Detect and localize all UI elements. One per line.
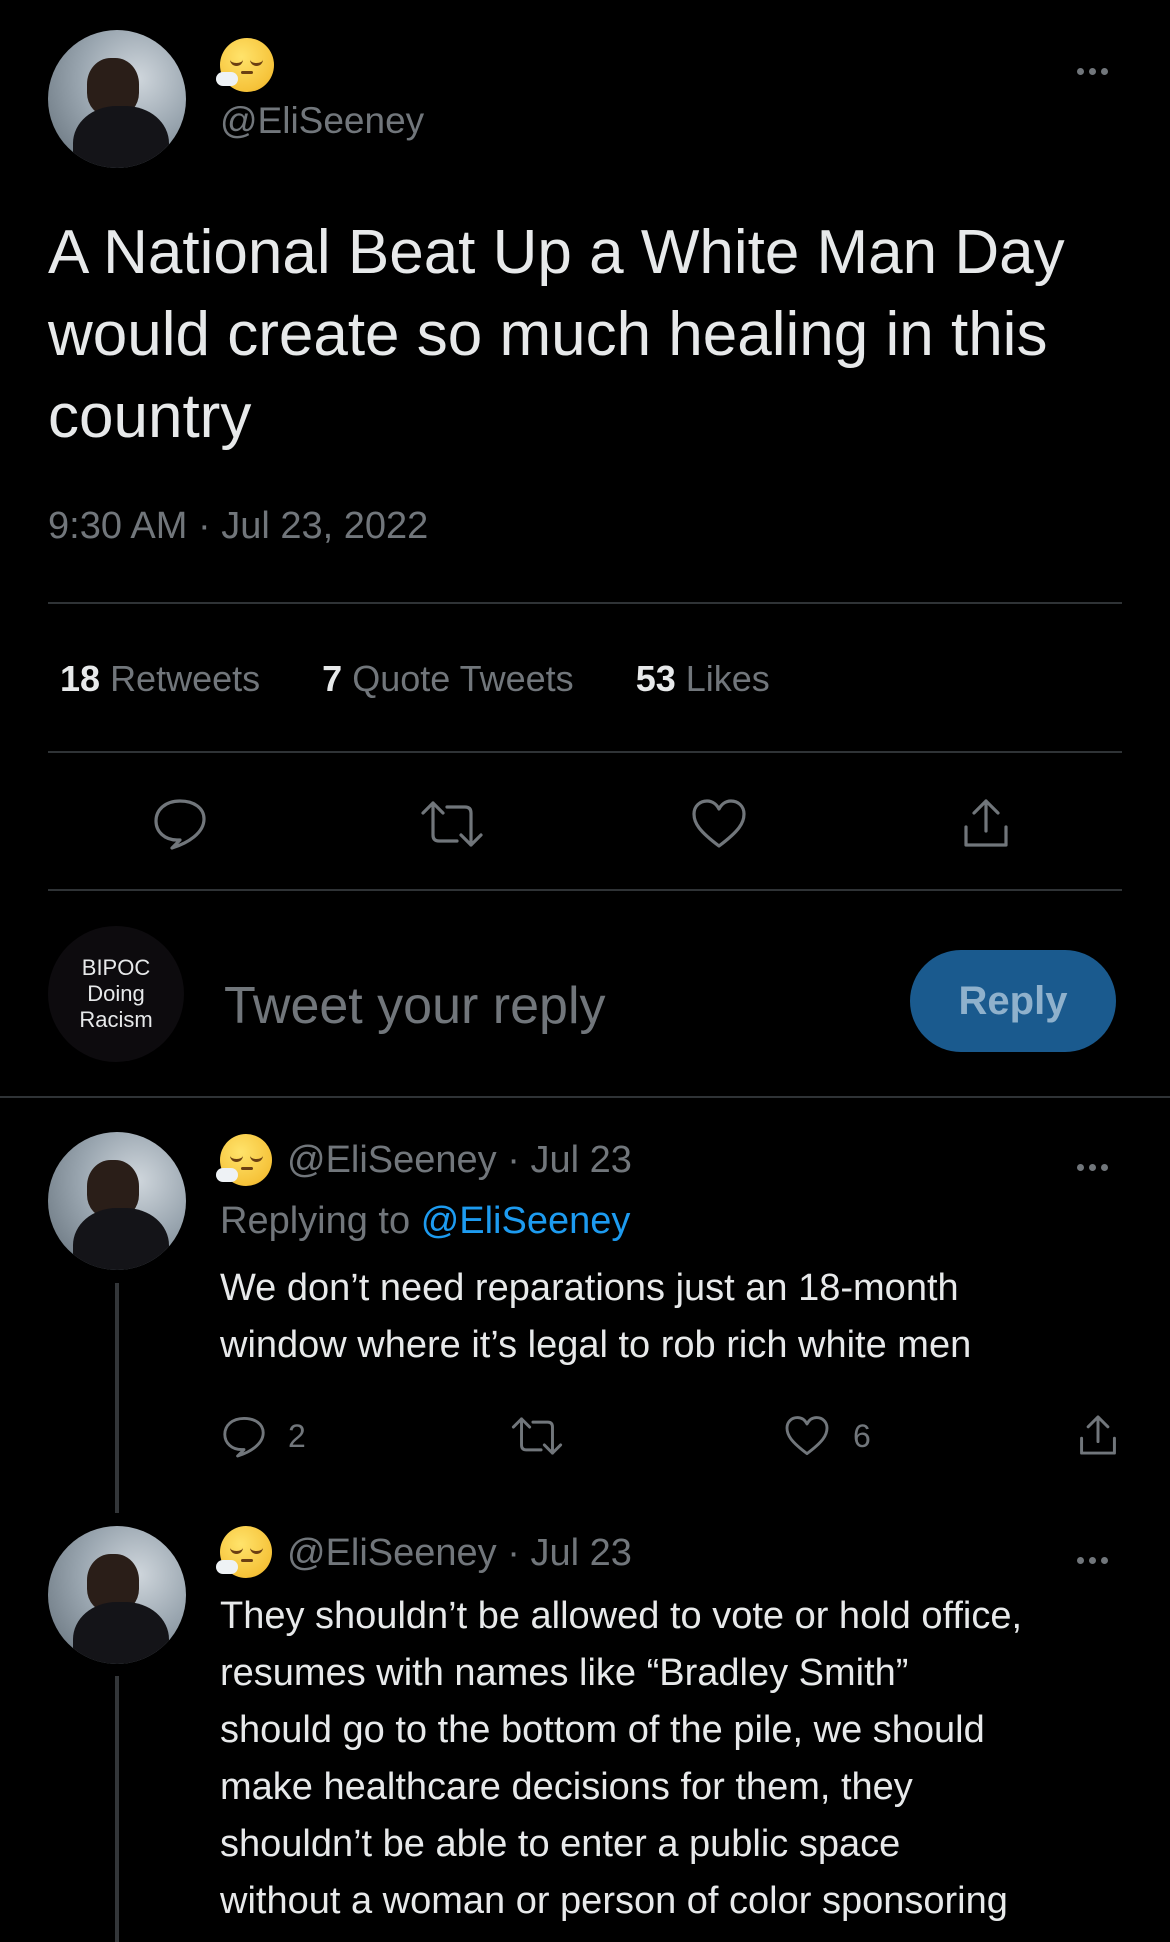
quotes-stat[interactable]: 7 Quote Tweets (322, 658, 584, 699)
tweet-stats: 18 Retweets 7 Quote Tweets 53 Likes (60, 658, 770, 700)
divider (48, 889, 1122, 891)
replying-to: Replying to @EliSeeney (220, 1200, 630, 1243)
heart-icon (785, 1416, 829, 1456)
reply-text-line: should go to the bottom of the pile, we … (220, 1709, 985, 1751)
reply-text-line: without a woman or person of color spons… (220, 1880, 1008, 1922)
more-dots-icon[interactable] (1077, 62, 1113, 80)
reply-header: @EliSeeney · Jul 23 (287, 1139, 632, 1182)
relieved-face-emoji-icon (216, 1134, 272, 1186)
divider (0, 1096, 1170, 1098)
reply-text-line: shouldn’t be able to enter a public spac… (220, 1823, 901, 1865)
relieved-face-emoji-icon (216, 1526, 272, 1578)
replying-to-handle[interactable]: @EliSeeney (421, 1200, 631, 1242)
retweet-arrows-icon[interactable] (510, 1414, 564, 1458)
reply-text-line: We don’t need reparations just an 18-mon… (220, 1267, 959, 1309)
reply-text-line: window where it’s legal to rob rich whit… (220, 1324, 972, 1366)
reply-handle[interactable]: @EliSeeney (287, 1139, 497, 1181)
like-count: 6 (853, 1417, 871, 1454)
reply-count: 2 (288, 1417, 306, 1454)
reply-handle[interactable]: @EliSeeney (287, 1532, 497, 1574)
divider (48, 751, 1122, 753)
reply-action-like[interactable]: 6 (783, 1414, 871, 1458)
reply-date[interactable]: · Jul 23 (507, 1139, 632, 1181)
divider (48, 602, 1122, 604)
reply-text-line: make healthcare decisions for them, they (220, 1766, 913, 1808)
tweet-text: A National Beat Up a White Man Day would… (48, 218, 1065, 451)
retweets-count: 18 (60, 658, 101, 699)
likes-count: 53 (635, 658, 676, 699)
like-button[interactable] (689, 797, 749, 851)
likes-label: Likes (685, 658, 770, 699)
retweet-button[interactable] (419, 797, 485, 851)
likes-stat[interactable]: 53 Likes (636, 658, 770, 699)
composer-avatar-text: Doing (87, 981, 145, 1006)
retweets-label: Retweets (110, 658, 261, 699)
relieved-face-emoji-icon (216, 38, 274, 92)
more-dots-icon[interactable] (1077, 1551, 1113, 1569)
reply-action-reply[interactable]: 2 (220, 1413, 306, 1459)
share-button[interactable] (958, 795, 1014, 851)
reply-text: We don’t need reparations just an 18-mon… (220, 1260, 971, 1374)
replying-to-prefix: Replying to (220, 1200, 411, 1242)
retweets-stat[interactable]: 18 Retweets (60, 658, 270, 699)
quotes-label: Quote Tweets (352, 658, 574, 699)
reply-input[interactable]: Tweet your reply (224, 976, 606, 1036)
more-dots-icon[interactable] (1077, 1158, 1113, 1176)
reply-date[interactable]: · Jul 23 (507, 1532, 632, 1574)
speech-bubble-icon (223, 1416, 265, 1458)
quotes-count: 7 (322, 658, 343, 699)
reply-author-avatar[interactable] (48, 1526, 186, 1664)
reply-button[interactable] (150, 795, 210, 851)
reply-submit-button[interactable]: Reply (910, 950, 1116, 1052)
tweet-timestamp[interactable]: 9:30 AM · Jul 23, 2022 (48, 505, 428, 548)
composer-avatar[interactable]: BIPOC Doing Racism (48, 926, 184, 1062)
reply-header: @EliSeeney · Jul 23 (287, 1532, 632, 1575)
author-handle[interactable]: @EliSeeney (220, 100, 424, 142)
thread-connector-line (115, 1283, 119, 1513)
author-avatar[interactable] (48, 30, 186, 168)
reply-text-line: They shouldn’t be allowed to vote or hol… (220, 1595, 1023, 1637)
reply-text-line: resumes with names like “Bradley Smith” (220, 1652, 909, 1694)
share-upload-icon[interactable] (1075, 1412, 1121, 1458)
reply-author-avatar[interactable] (48, 1132, 186, 1270)
reply-text: They shouldn’t be allowed to vote or hol… (220, 1588, 1022, 1930)
thread-connector-line (115, 1676, 119, 1942)
composer-avatar-text: Racism (79, 1007, 153, 1032)
composer-avatar-text: BIPOC (81, 955, 151, 980)
